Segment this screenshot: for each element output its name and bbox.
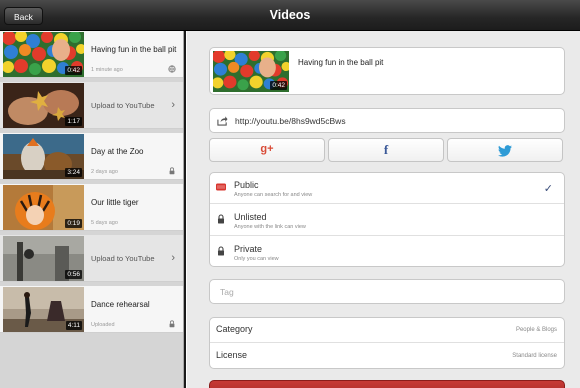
privacy-description: Anyone with the link can view [234,224,306,230]
privacy-option-public[interactable]: Public Anyone can search for and view ✓ [210,173,564,204]
duration-badge: 1:17 [65,117,82,126]
video-thumbnail: 3:24 [3,134,84,179]
duration-badge: 0:42 [270,81,287,90]
videos-app: Back Videos 0:42 Having fun in the ball … [0,0,580,388]
video-thumbnail[interactable]: 0:42 [213,51,289,92]
lock-icon [169,167,175,175]
twitter-icon [498,145,512,157]
license-label: License [216,350,248,360]
tag-input[interactable] [220,285,520,299]
privacy-description: Only you can view [234,256,279,262]
upload-to-youtube-label: Upload to YouTube [91,101,155,110]
video-title: Having fun in the ball pit [298,58,384,67]
video-list: 0:42 Having fun in the ball pit 1 minute… [0,31,184,388]
privacy-label: Private [234,244,263,254]
chevron-right-icon: › [171,252,175,264]
upload-to-youtube-label: Upload to YouTube [91,254,155,263]
chevron-right-icon: › [171,99,175,111]
duration-badge: 3:24 [65,168,82,177]
video-thumbnail: 1:17 [3,83,84,128]
facebook-icon: f [383,142,389,157]
video-title: Dance rehearsal [91,300,150,309]
navigation-bar: Back Videos [0,0,580,31]
video-thumbnail: 0:42 [3,32,84,77]
video-thumbnail: 0:19 [3,185,84,230]
video-link-field[interactable]: http://youtu.be/8hs9wd5cBws [209,108,565,133]
lock-icon [218,214,224,224]
tag-field [209,279,565,304]
video-thumbnail: 0:56 [3,236,84,281]
category-row[interactable]: Category People & Blogs [210,318,564,343]
list-item[interactable]: 0:42 Having fun in the ball pit 1 minute… [0,31,183,78]
duration-badge: 4:11 [65,321,82,330]
duration-badge: 0:42 [65,66,82,75]
video-title: Our little tiger [91,198,139,207]
privacy-selector: Public Anyone can search for and view ✓ … [209,172,565,267]
license-row[interactable]: License Standard license [210,344,564,368]
video-url: http://youtu.be/8hs9wd5cBws [235,116,346,126]
video-timestamp: 1 minute ago [91,67,123,73]
category-label: Category [216,324,253,334]
upload-button[interactable] [209,380,565,388]
globe-icon [168,65,176,73]
youtube-icon [216,183,226,191]
video-preview-card: 0:42 Having fun in the ball pit [209,47,565,95]
list-item[interactable]: 0:56 Upload to YouTube › [0,235,183,282]
duration-badge: 0:56 [65,270,82,279]
google-plus-icon: g+ [260,143,274,155]
license-value: Standard license [512,353,557,359]
privacy-option-private[interactable]: Private Only you can view [210,237,564,266]
video-title: Having fun in the ball pit [91,45,177,54]
video-timestamp: 2 days ago [91,169,118,175]
list-item[interactable]: 4:11 Dance rehearsal Uploaded [0,286,183,333]
facebook-button[interactable]: f [328,138,444,162]
list-item[interactable]: 1:17 Upload to YouTube › [0,82,183,129]
twitter-button[interactable] [447,138,563,162]
share-icon [217,116,228,126]
privacy-label: Unlisted [234,212,267,222]
video-thumbnail: 4:11 [3,287,84,332]
google-plus-button[interactable]: g+ [209,138,325,162]
video-detail-pane: 0:42 Having fun in the ball pit http://y… [186,31,580,388]
video-status: Uploaded [91,322,115,328]
duration-badge: 0:19 [65,219,82,228]
list-item[interactable]: 3:24 Day at the Zoo 2 days ago [0,133,183,180]
privacy-description: Anyone can search for and view [234,192,313,198]
lock-icon [218,246,224,256]
lock-icon [169,320,175,328]
metadata-settings: Category People & Blogs License Standard… [209,317,565,369]
privacy-label: Public [234,180,259,190]
page-title: Videos [269,8,311,22]
video-timestamp: 5 days ago [91,220,118,226]
list-item[interactable]: 0:19 Our little tiger 5 days ago [0,184,183,231]
privacy-option-unlisted[interactable]: Unlisted Anyone with the link can view [210,205,564,236]
category-value: People & Blogs [515,327,557,333]
video-title: Day at the Zoo [91,147,144,156]
checkmark-icon: ✓ [543,183,553,195]
